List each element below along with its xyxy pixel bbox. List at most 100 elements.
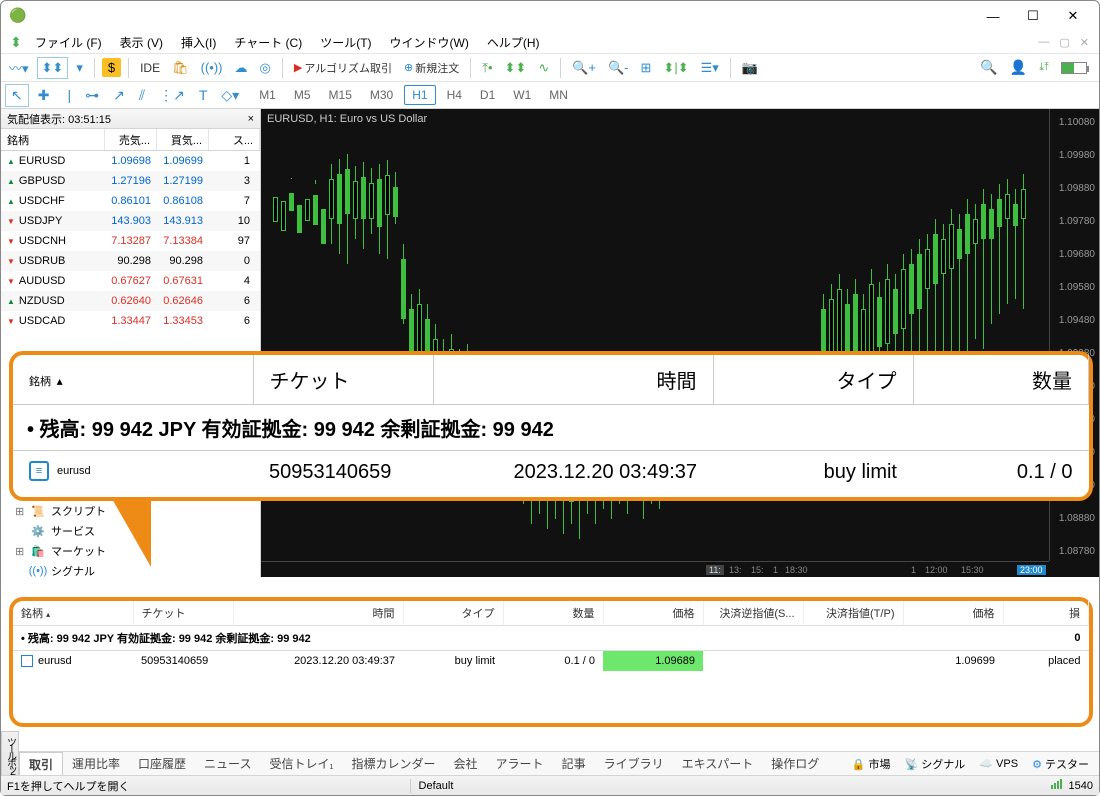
tf-m5[interactable]: M5 bbox=[287, 86, 318, 104]
tab-articles[interactable]: 記事 bbox=[553, 752, 595, 775]
bottom-tabs: 取引 運用比率 口座履歴 ニュース 受信トレイ₁ 指標カレンダー 会社 アラート… bbox=[19, 751, 1099, 775]
menu-tools[interactable]: ツール(T) bbox=[312, 32, 379, 53]
new-order-button[interactable]: ⊕ 新規注文 bbox=[400, 58, 463, 78]
sync-icon[interactable]: ⤓⤒ bbox=[1039, 61, 1049, 74]
tab-journal[interactable]: 操作ログ bbox=[762, 752, 828, 775]
tf-d1[interactable]: D1 bbox=[473, 86, 502, 104]
status-traffic: 1540 bbox=[1069, 780, 1093, 792]
tab-trade[interactable]: 取引 bbox=[19, 752, 63, 776]
text-icon[interactable]: T bbox=[194, 85, 213, 105]
market-watch-header: 気配値表示: 03:51:15 × bbox=[1, 109, 260, 129]
app-icon: 🟢 bbox=[9, 7, 26, 24]
right-tab-シグナル[interactable]: 📡 シグナル bbox=[905, 756, 966, 772]
tab-mailbox[interactable]: 受信トレイ₁ bbox=[260, 752, 342, 775]
mini-maximize-icon[interactable]: ▢ bbox=[1059, 36, 1069, 49]
signal-icon[interactable]: ((•)) bbox=[197, 58, 227, 77]
target-icon[interactable]: ◎ bbox=[256, 58, 275, 78]
tab-history[interactable]: 口座履歴 bbox=[129, 752, 195, 775]
zoom-out-icon[interactable]: 🔍- bbox=[604, 58, 633, 78]
list-icon[interactable]: ☰▾ bbox=[697, 58, 723, 78]
trendline-icon[interactable]: ↗ bbox=[108, 85, 130, 106]
close-button[interactable]: ✕ bbox=[1053, 2, 1093, 30]
balance-row: • 残高: 99 942 JPY 有効証拠金: 99 942 余剰証拠金: 99… bbox=[13, 405, 1089, 451]
fibo-icon[interactable]: ⋮↗ bbox=[154, 85, 190, 106]
right-tab-VPS[interactable]: ☁️ VPS bbox=[979, 757, 1018, 770]
menu-window[interactable]: ウインドウ(W) bbox=[382, 32, 477, 53]
indicator-icon[interactable]: ∿ bbox=[534, 58, 553, 78]
candles-icon[interactable]: ⬍⬍ bbox=[37, 57, 69, 79]
tf-h1[interactable]: H1 bbox=[404, 85, 435, 105]
market-watch-row[interactable]: ▲ EURUSD1.096981.096991 bbox=[1, 151, 260, 171]
market-watch-row[interactable]: ▲ USDCHF0.861010.861087 bbox=[1, 191, 260, 211]
menu-view[interactable]: 表示 (V) bbox=[112, 32, 171, 53]
market-watch-row[interactable]: ▼ USDRUB90.29890.2980 bbox=[1, 251, 260, 271]
right-tab-市場[interactable]: 🔒 市場 bbox=[852, 756, 891, 772]
search-icon[interactable]: 🔍 bbox=[980, 59, 997, 76]
dollar-icon[interactable]: $ bbox=[102, 58, 121, 77]
menu-help[interactable]: ヘルプ(H) bbox=[479, 32, 548, 53]
market-watch-row[interactable]: ▼ USDCAD1.334471.334536 bbox=[1, 311, 260, 331]
market-watch-close-icon[interactable]: × bbox=[248, 113, 254, 125]
sort-icon[interactable]: ▴ bbox=[46, 610, 50, 619]
tf-mn[interactable]: MN bbox=[542, 86, 575, 104]
market-watch-row[interactable]: ▼ USDJPY143.903143.91310 bbox=[1, 211, 260, 231]
callout-trade-panel: 銘柄 ▴ チケット 時間 タイプ 数量 価格 決済逆指値(S... 決済指値(T… bbox=[9, 597, 1093, 727]
algo-trade-button[interactable]: ▶ アルゴリズム取引 bbox=[290, 58, 396, 78]
market-watch-columns: 銘柄 売気... 買気... ス... bbox=[1, 129, 260, 151]
chart-area[interactable]: EURUSD, H1: Euro vs US Dollar 1.100801.0… bbox=[261, 109, 1099, 577]
tf-w1[interactable]: W1 bbox=[506, 86, 538, 104]
sort-indicator-icon[interactable]: ▴ bbox=[57, 374, 63, 388]
battery-icon bbox=[1061, 62, 1087, 74]
mini-minimize-icon[interactable]: — bbox=[1038, 36, 1049, 48]
shift-icon[interactable]: ⤒• bbox=[478, 58, 496, 78]
tab-experts[interactable]: エキスパート bbox=[673, 752, 763, 775]
ide-button[interactable]: IDE bbox=[136, 59, 164, 77]
market-watch-row[interactable]: ▼ USDCNH7.132877.1338497 bbox=[1, 231, 260, 251]
order-row[interactable]: ≡eurusd 50953140659 2023.12.20 03:49:37 … bbox=[13, 451, 1089, 495]
market-watch-row[interactable]: ▲ GBPUSD1.271961.271993 bbox=[1, 171, 260, 191]
order-row-small[interactable]: eurusd 50953140659 2023.12.20 03:49:37 b… bbox=[13, 651, 1089, 672]
app-logo-icon: ⬍ bbox=[7, 33, 25, 51]
market-watch-row[interactable]: ▲ NZDUSD0.626400.626466 bbox=[1, 291, 260, 311]
hline-icon[interactable]: ⊶ bbox=[80, 85, 104, 106]
tab-company[interactable]: 会社 bbox=[445, 752, 487, 775]
callout-large: 銘柄 ▴ チケット 時間 タイプ 数量 • 残高: 99 942 JPY 有効証… bbox=[9, 351, 1093, 501]
channel-icon[interactable]: ⫽ bbox=[134, 85, 150, 106]
right-tab-テスター[interactable]: ⚙ テスター bbox=[1032, 756, 1089, 772]
tf-m1[interactable]: M1 bbox=[252, 86, 283, 104]
minimize-button[interactable]: — bbox=[973, 2, 1013, 30]
line-dropdown-icon[interactable]: 〰▾ bbox=[5, 56, 33, 79]
titlebar: 🟢 — ☐ ✕ bbox=[1, 1, 1099, 31]
market-watch-row[interactable]: ▼ AUDUSD0.676270.676314 bbox=[1, 271, 260, 291]
tab-exposure[interactable]: 運用比率 bbox=[63, 752, 129, 775]
menu-insert[interactable]: 挿入(I) bbox=[173, 32, 224, 53]
autoscroll-icon[interactable]: ⬍⬍ bbox=[501, 58, 531, 78]
vline-icon[interactable]: | bbox=[62, 85, 76, 105]
tab-alerts[interactable]: アラート bbox=[487, 752, 553, 775]
cloud-icon[interactable]: ☁ bbox=[231, 58, 252, 78]
order-icon: ≡ bbox=[29, 461, 49, 481]
mini-close-icon[interactable]: ✕ bbox=[1080, 36, 1089, 49]
tab-news[interactable]: ニュース bbox=[195, 752, 260, 775]
grid-icon[interactable]: ⊞ bbox=[637, 58, 656, 78]
zoom-in-icon[interactable]: 🔍+ bbox=[568, 58, 600, 78]
crosshair-icon[interactable]: ✚ bbox=[33, 85, 55, 106]
cursor-icon[interactable]: ↖ bbox=[5, 84, 29, 107]
menu-chart[interactable]: チャート (C) bbox=[226, 32, 310, 53]
menu-file[interactable]: ファイル (F) bbox=[27, 32, 110, 53]
sliders-icon[interactable]: ⬍|⬍ bbox=[659, 58, 692, 78]
chart-xaxis: 11:13:15:118:30112:0015:3023:00 bbox=[261, 561, 1049, 577]
chart-title: EURUSD, H1: Euro vs US Dollar bbox=[267, 113, 427, 125]
maximize-button[interactable]: ☐ bbox=[1013, 2, 1053, 30]
tf-h4[interactable]: H4 bbox=[440, 86, 469, 104]
camera-icon[interactable]: 📷 bbox=[738, 58, 762, 78]
tab-calendar[interactable]: 指標カレンダー bbox=[343, 752, 445, 775]
tf-m30[interactable]: M30 bbox=[363, 86, 400, 104]
tf-m15[interactable]: M15 bbox=[322, 86, 359, 104]
down-icon[interactable]: ▾ bbox=[72, 58, 87, 78]
tab-library[interactable]: ライブラリ bbox=[595, 752, 673, 775]
user-icon[interactable]: 👤 bbox=[1010, 59, 1027, 76]
shapes-icon[interactable]: ◇▾ bbox=[216, 85, 244, 106]
shopping-icon[interactable]: 🛍 bbox=[168, 58, 193, 78]
status-profile: Default bbox=[419, 780, 454, 792]
